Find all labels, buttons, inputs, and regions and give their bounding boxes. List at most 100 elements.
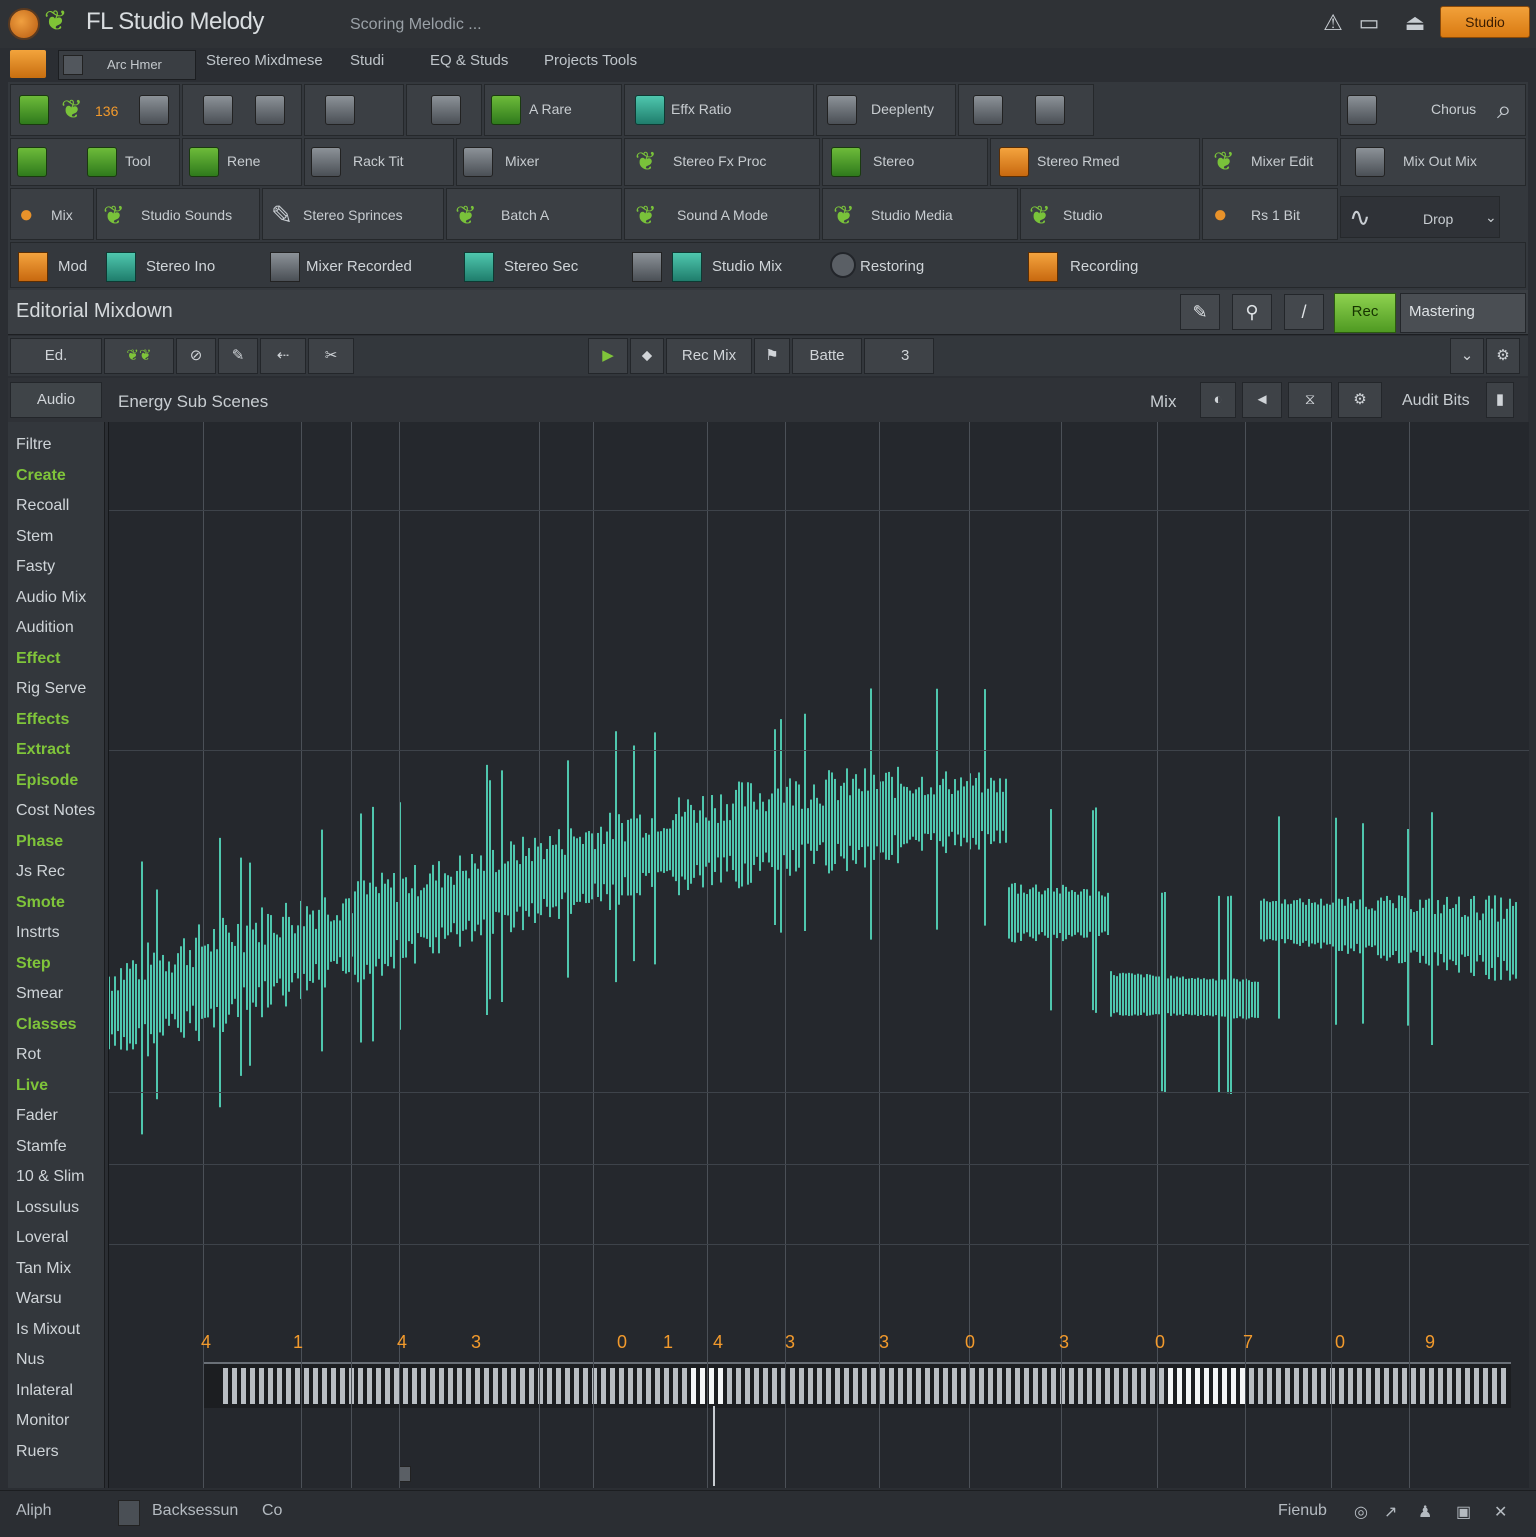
tool-cell[interactable]: ❦ Mixer Edit <box>1202 138 1338 186</box>
leaf-tool-button[interactable]: ❦❦ <box>104 338 174 374</box>
pin-icon[interactable]: ▮ <box>1486 382 1514 418</box>
sidebar-item[interactable]: Effects <box>16 711 69 729</box>
sidebar-item[interactable]: Warsu <box>16 1290 62 1308</box>
tool-cell[interactable]: ❦ Studio Sounds <box>96 188 260 240</box>
sidebar-item[interactable]: Inlateral <box>16 1382 73 1400</box>
tool-cell[interactable]: ❦ Studio Media <box>822 188 1018 240</box>
sidebar-item[interactable]: 10 & Slim <box>16 1168 84 1186</box>
sidebar-item[interactable]: Filtre <box>16 436 52 454</box>
tool-cell[interactable]: ✎ Stereo Sprinces <box>262 188 444 240</box>
window-icon[interactable]: ▭ <box>1356 10 1382 36</box>
sidebar-item[interactable]: Fader <box>16 1107 58 1125</box>
sidebar-item[interactable]: Extract <box>16 741 70 759</box>
tool-label[interactable]: Recording <box>1070 258 1138 275</box>
sidebar-item[interactable]: Effect <box>16 650 60 668</box>
sidebar-item[interactable]: Audition <box>16 619 74 637</box>
menu-item-eq[interactable]: EQ & Studs <box>430 52 508 69</box>
menu-item-studio[interactable]: Studi <box>350 52 384 69</box>
mode-select[interactable]: Mastering <box>1400 293 1526 333</box>
tool-cell[interactable]: ● Mix <box>10 188 94 240</box>
close-icon[interactable]: ✕ <box>1494 1502 1507 1522</box>
tool-label[interactable]: Studio Mix <box>712 258 782 275</box>
tool-cell[interactable]: Rack Tit <box>304 138 454 186</box>
device-icon[interactable] <box>118 1500 140 1526</box>
plugin-icon[interactable] <box>106 252 136 282</box>
app-logo-icon[interactable] <box>8 8 40 40</box>
tool-cell[interactable] <box>406 84 482 136</box>
tool-cell[interactable]: ● Rs 1 Bit <box>1202 188 1338 240</box>
batte-button[interactable]: Batte <box>792 338 862 374</box>
sidebar-item[interactable]: Stem <box>16 528 53 546</box>
tool-label[interactable]: Stereo Ino <box>146 258 215 275</box>
sidebar-item[interactable]: Fasty <box>16 558 55 576</box>
tool-label[interactable]: Mod <box>58 258 87 275</box>
tool-cell[interactable]: Mix Out Mix <box>1340 138 1526 186</box>
tool-label[interactable]: Stereo Sec <box>504 258 578 275</box>
sidebar-item[interactable]: Rig Serve <box>16 680 86 698</box>
tool-cell[interactable]: ❦ Stereo Fx Proc <box>624 138 820 186</box>
tool-cell[interactable]: ❦ 136 <box>10 84 180 136</box>
record-button[interactable]: Rec <box>1334 293 1396 333</box>
knife-tool-button[interactable]: / <box>1284 294 1324 330</box>
settings-icon[interactable]: ⚙ <box>1486 338 1520 374</box>
tool-cell[interactable]: Stereo Rmed <box>990 138 1200 186</box>
sidebar-item[interactable]: Monitor <box>16 1412 69 1430</box>
plugin-icon[interactable] <box>464 252 494 282</box>
edit-button[interactable]: Ed. <box>10 338 102 374</box>
person-icon[interactable]: ♟ <box>1418 1502 1432 1522</box>
knob-icon[interactable] <box>830 252 856 278</box>
sidebar-item[interactable]: Audio Mix <box>16 589 86 607</box>
warning-icon[interactable]: ⚠ <box>1320 10 1346 36</box>
menu-item-projects[interactable]: Projects Tools <box>544 52 637 69</box>
chevron-down-icon[interactable]: ⌄ <box>1450 338 1484 374</box>
loop-marker[interactable] <box>399 1466 411 1482</box>
menu-orange-button[interactable] <box>10 50 46 78</box>
plugin-icon[interactable] <box>1028 252 1058 282</box>
tool-cell[interactable]: Effx Ratio <box>624 84 814 136</box>
tool-cell[interactable]: ❦ Batch A <box>446 188 622 240</box>
sidebar-item[interactable]: Stamfe <box>16 1138 67 1156</box>
sidebar-item[interactable]: Cost Notes <box>16 802 95 820</box>
sidebar-item[interactable]: Create <box>16 467 66 485</box>
sidebar-item[interactable]: Rot <box>16 1046 41 1064</box>
sidebar-item[interactable]: Smote <box>16 894 65 912</box>
sidebar-item[interactable]: Nus <box>16 1351 44 1369</box>
tool-cell[interactable]: A Rare <box>484 84 622 136</box>
flag-icon[interactable]: ⚑ <box>754 338 790 374</box>
sidebar-item[interactable]: Is Mixout <box>16 1321 80 1339</box>
play-button[interactable]: ▶ <box>588 338 628 374</box>
pencil-tool-button[interactable]: ✎ <box>1180 294 1220 330</box>
marker-button[interactable]: ⬥ <box>630 338 664 374</box>
mixer-icon[interactable]: ⚙ <box>1338 382 1382 418</box>
tool-cell[interactable]: Stereo <box>822 138 988 186</box>
tool-label[interactable]: Restoring <box>860 258 924 275</box>
playhead[interactable] <box>713 1406 715 1486</box>
studio-badge-button[interactable]: Studio <box>1440 6 1530 38</box>
slide-tool-button[interactable]: ⇠ <box>260 338 306 374</box>
tool-cell[interactable]: Chorus ⌕ <box>1340 84 1526 136</box>
ruler-tool-button[interactable]: ⊘ <box>176 338 216 374</box>
sidebar-item[interactable]: Phase <box>16 833 63 851</box>
counter-field[interactable]: 3 <box>864 338 934 374</box>
arrow-icon[interactable]: ↗ <box>1384 1502 1397 1522</box>
brush-tool-button[interactable]: ⚲ <box>1232 294 1272 330</box>
cut-tool-button[interactable]: ✂ <box>308 338 354 374</box>
metronome-icon[interactable]: ⧖ <box>1288 382 1332 418</box>
sidebar-item[interactable]: Ruers <box>16 1443 59 1461</box>
sidebar-item[interactable]: Loveral <box>16 1229 68 1247</box>
sidebar-item[interactable]: Smear <box>16 985 63 1003</box>
tool-cell[interactable] <box>958 84 1094 136</box>
sidebar-item[interactable]: Js Rec <box>16 863 65 881</box>
plugin-icon[interactable] <box>18 252 48 282</box>
sidebar-item[interactable]: Classes <box>16 1016 77 1034</box>
sidebar-item[interactable]: Live <box>16 1077 48 1095</box>
plugin-icon[interactable] <box>632 252 662 282</box>
tool-label[interactable]: Mixer Recorded <box>306 258 412 275</box>
tool-cell[interactable] <box>304 84 404 136</box>
eject-icon[interactable]: ⏏ <box>1402 10 1428 36</box>
sidebar-item[interactable]: Tan Mix <box>16 1260 71 1278</box>
sidebar-item[interactable]: Recoall <box>16 497 69 515</box>
rec-mix-button[interactable]: Rec Mix <box>666 338 752 374</box>
tool-cell[interactable]: Rene <box>182 138 302 186</box>
globe-icon[interactable]: ◎ <box>1354 1502 1368 1522</box>
